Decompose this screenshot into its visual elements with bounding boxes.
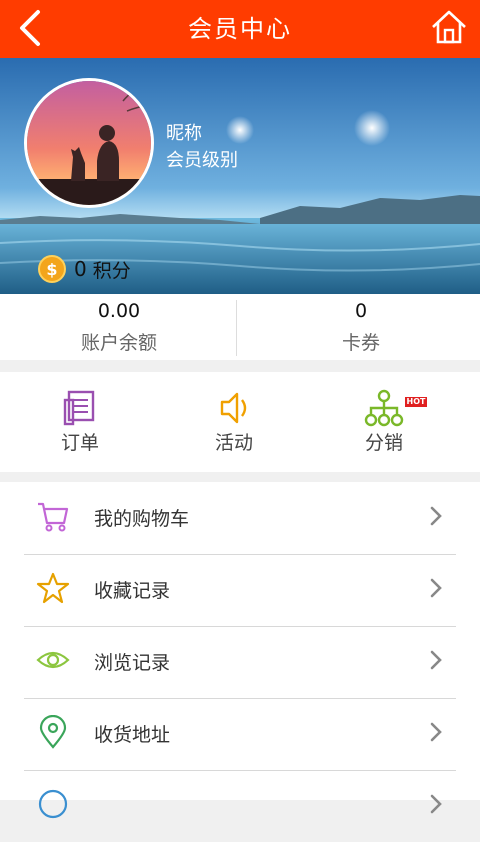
chevron-right-icon xyxy=(430,578,442,598)
nickname: 昵称 xyxy=(166,123,202,144)
menu-item-address[interactable]: 收货地址 xyxy=(24,698,456,771)
menu-item-cart[interactable]: 我的购物车 xyxy=(24,482,456,555)
balance-stat[interactable]: 0.00 账户余额 xyxy=(0,294,238,360)
chevron-right-icon xyxy=(430,506,442,526)
chevron-right-icon xyxy=(430,650,442,670)
hot-badge: HOT xyxy=(405,397,427,407)
points-value: 0 xyxy=(74,257,87,281)
order-icon xyxy=(63,390,95,426)
menu-item-history-label: 浏览记录 xyxy=(94,652,171,674)
menu-item-history[interactable]: 浏览记录 xyxy=(24,626,456,699)
page-title: 会员中心 xyxy=(188,15,292,43)
location-pin-icon xyxy=(39,715,67,749)
chevron-right-icon xyxy=(430,794,442,814)
menu-item-favorites-label: 收藏记录 xyxy=(94,580,171,602)
speaker-icon xyxy=(220,392,247,424)
home-icon[interactable] xyxy=(430,8,468,46)
menu-item-cart-label: 我的购物车 xyxy=(94,508,190,530)
coupon-value: 0 xyxy=(354,300,368,322)
top-bar: 会员中心 xyxy=(0,0,480,58)
shortcut-orders[interactable]: 订单 xyxy=(0,372,160,472)
member-level: 会员级别 xyxy=(166,150,238,171)
shortcut-orders-label: 订单 xyxy=(60,432,99,454)
shortcut-activities-label: 活动 xyxy=(214,432,253,454)
distribution-icon xyxy=(364,389,404,427)
shortcut-distribution[interactable]: 分销 xyxy=(304,372,464,472)
info-icon xyxy=(38,789,68,819)
menu-item-favorites[interactable]: 收藏记录 xyxy=(24,554,456,627)
chevron-right-icon xyxy=(430,722,442,742)
menu-item-partial[interactable] xyxy=(24,770,456,842)
balance-value: 0.00 xyxy=(97,300,141,322)
menu-item-address-label: 收货地址 xyxy=(94,724,171,746)
avatar[interactable] xyxy=(24,78,154,208)
eye-icon xyxy=(36,651,70,669)
star-icon xyxy=(36,572,70,604)
coin-icon: $ xyxy=(38,255,66,283)
stat-divider xyxy=(236,300,237,356)
shortcut-distribution-label: 分销 xyxy=(364,432,403,454)
balance-label: 账户余额 xyxy=(80,332,157,354)
avatar-image xyxy=(27,81,151,205)
menu-list: 我的购物车 收藏记录 浏览记录 收货地址 xyxy=(0,482,480,819)
points-unit: 积分 xyxy=(92,259,131,282)
shortcut-bar: 订单 活动 分销 xyxy=(0,372,480,472)
profile-banner: 昵称 会员级别 $ 0 积分 xyxy=(0,58,480,294)
shortcut-activities[interactable]: 活动 xyxy=(154,372,314,472)
coupon-label: 卡券 xyxy=(341,332,380,354)
account-stats: 0.00 账户余额 0 卡券 xyxy=(0,294,480,360)
points-display[interactable]: $ 0 积分 xyxy=(38,254,131,284)
cart-icon xyxy=(38,502,69,532)
coupon-stat[interactable]: 0 卡券 xyxy=(242,294,480,360)
